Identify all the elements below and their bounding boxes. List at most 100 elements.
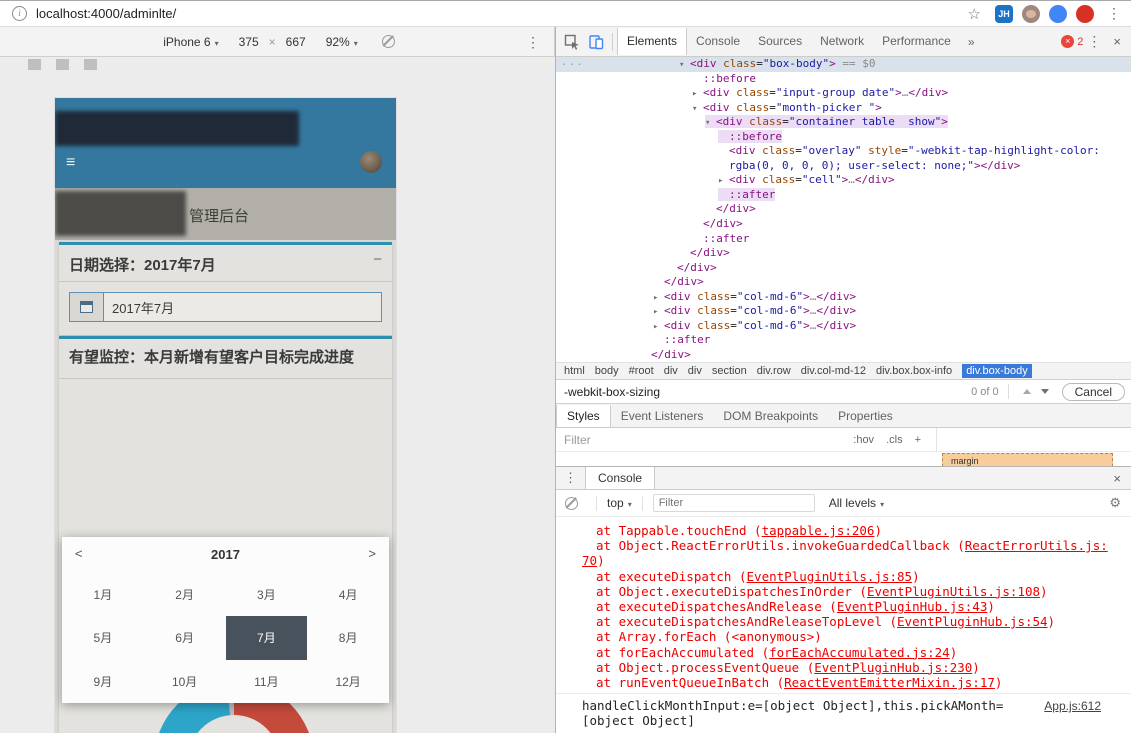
devtools-tab-console[interactable]: Console [687,28,749,55]
dom-tree-row[interactable]: </div> [556,275,1131,290]
dom-tree-row[interactable]: ::after [556,333,1131,348]
log-level-select[interactable]: All levels ▾ [829,496,884,510]
clear-console-icon[interactable] [565,496,578,510]
styles-filter-input[interactable]: Filter [564,433,591,447]
devtools-tab-network[interactable]: Network [811,28,873,55]
sidebar-tab-dom-breakpoints[interactable]: DOM Breakpoints [713,405,828,427]
class-toggle[interactable]: .cls [886,434,903,446]
hamburger-menu-icon[interactable]: ≡ [66,154,75,172]
dom-tree-row[interactable]: ::after [556,232,1131,247]
dom-tree-row[interactable]: ::before [556,72,1131,87]
console-source-link[interactable]: forEachAccumulated.js:24 [769,645,950,660]
device-toolbar-toggle-icon[interactable] [588,34,604,50]
dom-tree-row[interactable]: ▸ <div class="cell">…</div> [556,173,1131,188]
execution-context-select[interactable]: top ▾ [607,496,632,510]
console-source-link[interactable]: EventPluginHub.js:54 [897,614,1048,629]
device-toolbar-menu-icon[interactable]: ⋮ [526,34,540,51]
dom-tree-row[interactable]: ▸ <div class="col-md-6">…</div> [556,304,1131,319]
devtools-tab-performance[interactable]: Performance [873,28,960,55]
breadcrumb-item[interactable]: #root [629,365,654,377]
breadcrumb-item[interactable]: div [688,365,702,377]
dom-tree-row[interactable]: ▸ <div class="col-md-6">…</div> [556,290,1131,305]
extension-icon-blue[interactable] [1049,4,1067,23]
dom-tree-row[interactable]: </div> [556,261,1131,276]
extension-icon-red[interactable] [1076,4,1094,23]
dom-tree-row[interactable]: ▾ <div class="month-picker "> [556,101,1131,116]
breadcrumb-item[interactable]: html [564,365,585,377]
console-source-link[interactable]: EventPluginUtils.js:108 [867,584,1040,599]
month-cell[interactable]: 10月 [144,660,226,703]
extension-icon-monkey[interactable] [1022,4,1040,23]
browser-menu-icon[interactable]: ⋮ [1107,5,1121,22]
month-cell[interactable]: 11月 [226,660,308,703]
more-tabs-icon[interactable]: » [960,35,983,49]
error-badge[interactable]: × 2 [1061,35,1083,48]
console-source-link[interactable]: EventPluginUtils.js:85 [747,569,913,584]
sidebar-tab-event-listeners[interactable]: Event Listeners [611,405,714,427]
month-cell[interactable]: 12月 [307,660,389,703]
dom-tree-row[interactable]: ::before [556,129,1131,145]
console-source-link[interactable]: 70 [582,553,597,568]
find-next-button[interactable] [1040,389,1049,394]
user-avatar[interactable] [360,151,382,173]
month-cell[interactable]: 8月 [307,616,389,659]
month-cell[interactable]: 4月 [307,573,389,616]
throttling-icon[interactable] [381,35,395,48]
find-previous-button[interactable] [1022,389,1031,394]
dom-tree-row[interactable]: ::after [556,187,1131,203]
new-style-rule-button[interactable]: + [915,434,921,446]
find-input[interactable]: -webkit-box-sizing [564,385,971,399]
console-filter-input[interactable] [652,494,815,512]
breadcrumb-item[interactable]: div.row [757,365,791,377]
pseudo-state-toggle[interactable]: :hov [853,434,874,446]
cancel-button[interactable]: Cancel [1061,382,1125,401]
console-source-link[interactable]: tappable.js:206 [762,523,875,538]
sidebar-tab-properties[interactable]: Properties [828,405,903,427]
dom-tree-row[interactable]: </div> [556,202,1131,217]
console-source-link[interactable]: ReactEventEmitterMixin.js:17 [784,675,995,690]
inspect-element-icon[interactable] [564,34,580,50]
drawer-menu-icon[interactable]: ⋮ [564,470,577,486]
month-cell[interactable]: 7月 [225,616,308,660]
dom-tree-row[interactable]: ▸ <div class="col-md-6">…</div> [556,319,1131,334]
month-cell[interactable]: 9月 [62,660,144,703]
month-cell[interactable]: 1月 [62,573,144,616]
collapse-button[interactable]: − [373,251,382,268]
next-year-button[interactable]: > [368,546,376,561]
zoom-select[interactable]: 92% ▾ [326,35,358,49]
console-source-link[interactable]: EventPluginHub.js:230 [814,660,972,675]
breadcrumb-item[interactable]: section [712,365,747,377]
dom-tree-row[interactable]: ▾ <div class="container table show"> [556,115,1131,130]
breadcrumb-item[interactable]: body [595,365,619,377]
month-cell[interactable]: 2月 [144,573,226,616]
date-input[interactable] [103,292,382,322]
console-source-link[interactable]: App.js:612 [1044,699,1101,714]
console-source-link[interactable]: EventPluginHub.js:43 [837,599,988,614]
dom-tree-row[interactable]: ▸ <div class="input-group date">…</div> [556,86,1131,101]
profile-badge[interactable]: JH [995,4,1013,23]
dom-tree-row[interactable]: <div class="overlay" style="-webkit-tap-… [556,144,1131,159]
viewport-width-field[interactable]: 375 [239,35,259,49]
devtools-menu-icon[interactable]: ⋮ [1087,33,1101,50]
device-select[interactable]: iPhone 6 ▾ [163,35,218,49]
dom-tree-row[interactable]: </div> [556,217,1131,232]
url-text[interactable]: localhost:4000/adminlte/ [36,6,968,21]
month-cell[interactable]: 5月 [62,616,144,659]
previous-year-button[interactable]: < [75,546,83,561]
devtools-tab-elements[interactable]: Elements [617,28,688,55]
bookmark-star-icon[interactable]: ☆ [968,5,981,23]
breadcrumb-item[interactable]: div [664,365,678,377]
calendar-addon[interactable] [69,292,103,322]
devtools-close-icon[interactable]: × [1113,34,1121,49]
dom-tree-row[interactable]: </div> [556,246,1131,261]
console-settings-icon[interactable]: ⚙ [1109,495,1121,511]
dom-tree-row[interactable]: rgba(0, 0, 0, 0); user-select: none;"></… [556,159,1131,174]
month-cell[interactable]: 6月 [144,616,226,659]
month-cell[interactable]: 3月 [226,573,308,616]
box-model-margin[interactable]: margin [942,453,1113,466]
dom-tree-row[interactable]: </div> [556,348,1131,362]
breadcrumb-item[interactable]: div.box.box-info [876,365,952,377]
devtools-tab-sources[interactable]: Sources [749,28,811,55]
sidebar-tab-styles[interactable]: Styles [556,404,611,427]
viewport-height-field[interactable]: 667 [286,35,306,49]
